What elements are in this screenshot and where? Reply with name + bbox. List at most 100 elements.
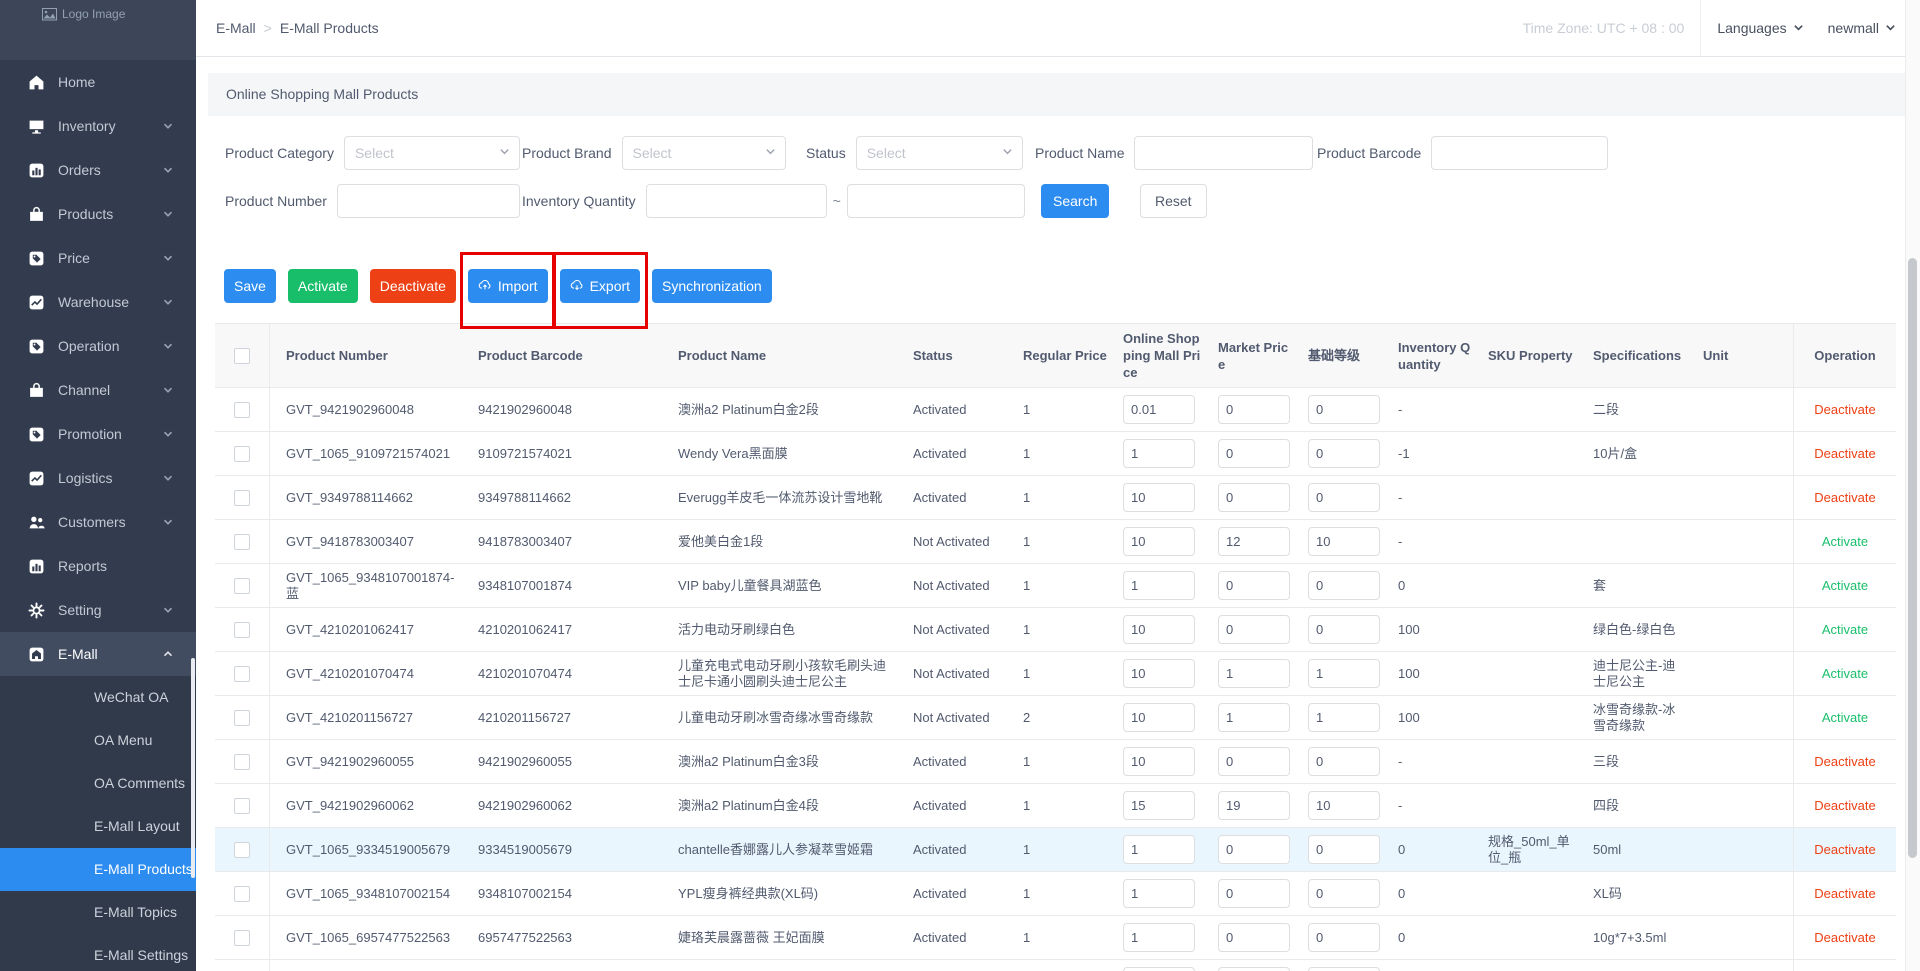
sidebar-item-inventory[interactable]: Inventory (0, 104, 196, 148)
online-mall-price-input[interactable] (1123, 527, 1195, 556)
status-select[interactable]: Select (856, 136, 1023, 170)
market-price-input[interactable] (1218, 923, 1290, 952)
base-level-input[interactable] (1308, 439, 1380, 468)
sidebar-subitem-wechat-oa[interactable]: WeChat OA (0, 676, 196, 719)
product-brand-select[interactable]: Select (622, 136, 786, 170)
sidebar-item-reports[interactable]: Reports (0, 544, 196, 588)
sidebar-subitem-e-mall-settings[interactable]: E-Mall Settings (0, 934, 196, 971)
row-checkbox[interactable] (234, 886, 250, 902)
sidebar-item-home[interactable]: Home (0, 60, 196, 104)
online-mall-price-input[interactable] (1123, 835, 1195, 864)
base-level-input[interactable] (1308, 879, 1380, 908)
sidebar-item-price[interactable]: Price (0, 236, 196, 280)
operation-deactivate-link[interactable]: Deactivate (1814, 754, 1875, 770)
sidebar-item-products[interactable]: Products (0, 192, 196, 236)
online-mall-price-input[interactable] (1123, 659, 1195, 688)
import-button[interactable]: Import (468, 269, 548, 303)
row-checkbox[interactable] (234, 930, 250, 946)
row-checkbox[interactable] (234, 622, 250, 638)
search-button[interactable]: Search (1041, 184, 1109, 218)
deactivate-button[interactable]: Deactivate (370, 269, 456, 303)
base-level-input[interactable] (1308, 571, 1380, 600)
operation-activate-link[interactable]: Activate (1822, 666, 1868, 682)
online-mall-price-input[interactable] (1123, 923, 1195, 952)
product-name-input[interactable] (1134, 136, 1313, 170)
online-mall-price-input[interactable] (1123, 703, 1195, 732)
operation-deactivate-link[interactable]: Deactivate (1814, 446, 1875, 462)
market-price-input[interactable] (1218, 527, 1290, 556)
inventory-quantity-min-input[interactable] (646, 184, 827, 218)
online-mall-price-input[interactable] (1123, 879, 1195, 908)
sidebar-item-operation[interactable]: Operation (0, 324, 196, 368)
online-mall-price-input[interactable] (1123, 967, 1195, 971)
languages-dropdown[interactable]: Languages (1717, 20, 1803, 36)
row-checkbox[interactable] (234, 402, 250, 418)
sidebar-item-orders[interactable]: Orders (0, 148, 196, 192)
row-checkbox[interactable] (234, 842, 250, 858)
sidebar-item-logistics[interactable]: Logistics (0, 456, 196, 500)
operation-deactivate-link[interactable]: Deactivate (1814, 402, 1875, 418)
market-price-input[interactable] (1218, 571, 1290, 600)
operation-deactivate-link[interactable]: Deactivate (1814, 490, 1875, 506)
base-level-input[interactable] (1308, 615, 1380, 644)
sidebar-scrollbar-thumb[interactable] (191, 658, 195, 878)
online-mall-price-input[interactable] (1123, 747, 1195, 776)
row-checkbox[interactable] (234, 710, 250, 726)
sidebar-item-channel[interactable]: Channel (0, 368, 196, 412)
row-checkbox[interactable] (234, 798, 250, 814)
row-checkbox[interactable] (234, 446, 250, 462)
base-level-input[interactable] (1308, 395, 1380, 424)
online-mall-price-input[interactable] (1123, 439, 1195, 468)
base-level-input[interactable] (1308, 483, 1380, 512)
online-mall-price-input[interactable] (1123, 791, 1195, 820)
reset-button[interactable]: Reset (1140, 184, 1207, 218)
sidebar-item-promotion[interactable]: Promotion (0, 412, 196, 456)
sidebar-subitem-e-mall-products[interactable]: E-Mall Products (0, 848, 196, 891)
operation-activate-link[interactable]: Activate (1822, 710, 1868, 726)
online-mall-price-input[interactable] (1123, 395, 1195, 424)
sidebar-item-warehouse[interactable]: Warehouse (0, 280, 196, 324)
market-price-input[interactable] (1218, 747, 1290, 776)
base-level-input[interactable] (1308, 747, 1380, 776)
operation-activate-link[interactable]: Activate (1822, 534, 1868, 550)
save-button[interactable]: Save (224, 269, 276, 303)
product-category-select[interactable]: Select (344, 136, 520, 170)
row-checkbox[interactable] (234, 490, 250, 506)
breadcrumb-parent[interactable]: E-Mall (216, 20, 256, 36)
base-level-input[interactable] (1308, 703, 1380, 732)
base-level-input[interactable] (1308, 659, 1380, 688)
base-level-input[interactable] (1308, 527, 1380, 556)
operation-deactivate-link[interactable]: Deactivate (1814, 886, 1875, 902)
page-scrollbar-thumb[interactable] (1908, 258, 1917, 858)
operation-deactivate-link[interactable]: Deactivate (1814, 798, 1875, 814)
market-price-input[interactable] (1218, 967, 1290, 971)
market-price-input[interactable] (1218, 439, 1290, 468)
product-number-input[interactable] (337, 184, 520, 218)
market-price-input[interactable] (1218, 483, 1290, 512)
online-mall-price-input[interactable] (1123, 483, 1195, 512)
market-price-input[interactable] (1218, 703, 1290, 732)
inventory-quantity-max-input[interactable] (847, 184, 1025, 218)
base-level-input[interactable] (1308, 835, 1380, 864)
market-price-input[interactable] (1218, 615, 1290, 644)
row-checkbox[interactable] (234, 754, 250, 770)
operation-deactivate-link[interactable]: Deactivate (1814, 930, 1875, 946)
row-checkbox[interactable] (234, 578, 250, 594)
row-checkbox[interactable] (234, 534, 250, 550)
base-level-input[interactable] (1308, 923, 1380, 952)
sidebar-item-setting[interactable]: Setting (0, 588, 196, 632)
select-all-checkbox[interactable] (234, 348, 250, 364)
sidebar-item-e-mall[interactable]: E-Mall (0, 632, 196, 676)
account-dropdown[interactable]: newmall (1828, 20, 1896, 36)
online-mall-price-input[interactable] (1123, 571, 1195, 600)
online-mall-price-input[interactable] (1123, 615, 1195, 644)
operation-deactivate-link[interactable]: Deactivate (1814, 842, 1875, 858)
operation-activate-link[interactable]: Activate (1822, 578, 1868, 594)
export-button[interactable]: Export (560, 269, 640, 303)
activate-button[interactable]: Activate (288, 269, 358, 303)
base-level-input[interactable] (1308, 967, 1380, 971)
market-price-input[interactable] (1218, 659, 1290, 688)
market-price-input[interactable] (1218, 835, 1290, 864)
market-price-input[interactable] (1218, 395, 1290, 424)
market-price-input[interactable] (1218, 791, 1290, 820)
